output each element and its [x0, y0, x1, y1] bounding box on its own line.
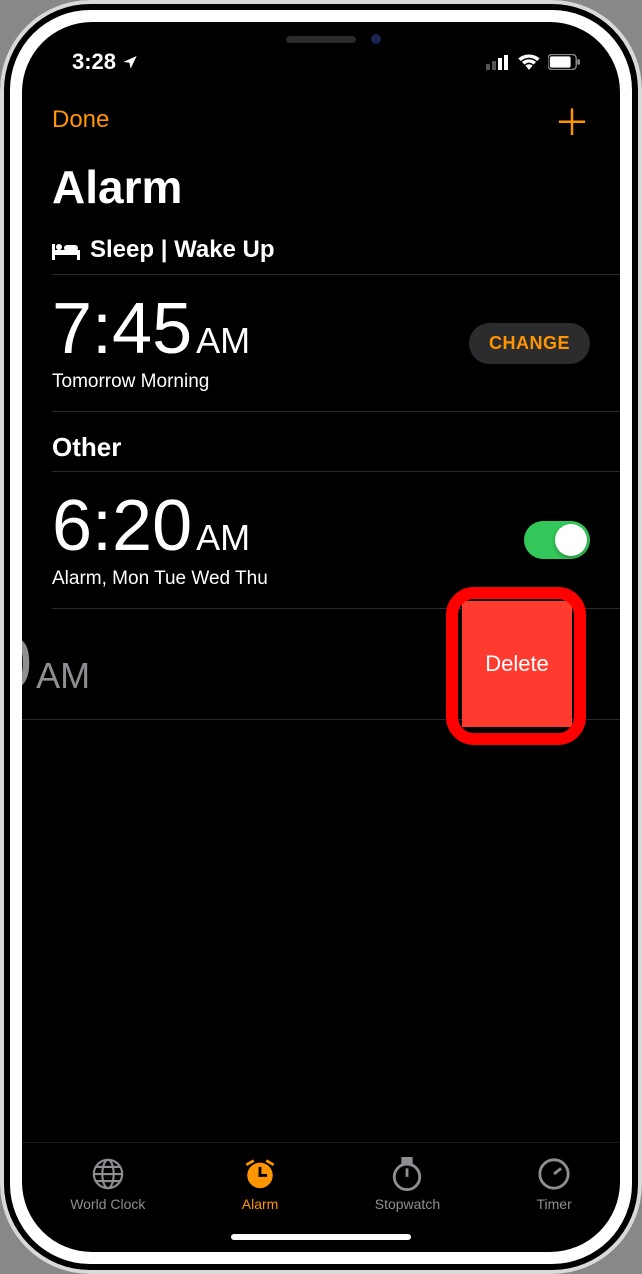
- alarm-row-1[interactable]: 6:20 AM Alarm, Mon Tue Wed Thu: [22, 472, 620, 608]
- tab-label: World Clock: [70, 1196, 145, 1212]
- alarm-clock-icon: [243, 1157, 277, 1191]
- tab-label: Stopwatch: [375, 1196, 440, 1212]
- tab-label: Timer: [537, 1196, 572, 1212]
- wifi-icon: [518, 54, 540, 70]
- delete-button[interactable]: Delete: [462, 601, 572, 727]
- alarm2-time-partial: 30: [22, 628, 32, 700]
- cellular-icon: [486, 54, 510, 70]
- sleep-time: 7:45: [52, 293, 192, 365]
- globe-icon: [91, 1157, 125, 1191]
- notch: [186, 22, 456, 60]
- tab-world-clock[interactable]: World Clock: [70, 1157, 145, 1212]
- sleep-ampm: AM: [196, 320, 250, 362]
- alarm2-ampm: AM: [36, 655, 90, 697]
- timer-icon: [537, 1157, 571, 1191]
- stopwatch-icon: [390, 1157, 424, 1191]
- alarm1-subtitle: Alarm, Mon Tue Wed Thu: [52, 568, 268, 590]
- sleep-section-header: Sleep | Wake Up: [22, 230, 620, 274]
- tab-label: Alarm: [242, 1196, 279, 1212]
- sleep-alarm-row[interactable]: 7:45 AM Tomorrow Morning CHANGE: [22, 275, 620, 411]
- alarm1-toggle[interactable]: [524, 521, 590, 559]
- done-button[interactable]: Done: [52, 106, 109, 134]
- tab-stopwatch[interactable]: Stopwatch: [375, 1157, 440, 1212]
- battery-icon: [548, 54, 580, 70]
- location-arrow-icon: [122, 54, 138, 70]
- device-frame: 3:28 Done ＋ Alarm Sleep | Wake Up 7:45: [0, 0, 642, 1274]
- page-title: Alarm: [22, 156, 620, 230]
- status-time: 3:28: [72, 49, 116, 75]
- alarm-row-2-swiped[interactable]: 30 AM Delete: [22, 609, 620, 719]
- bed-icon: [52, 240, 80, 260]
- sleep-subtitle: Tomorrow Morning: [52, 371, 250, 393]
- tab-alarm[interactable]: Alarm: [242, 1157, 279, 1212]
- change-button[interactable]: CHANGE: [469, 323, 590, 364]
- add-alarm-button[interactable]: ＋: [554, 94, 590, 146]
- tab-timer[interactable]: Timer: [537, 1157, 572, 1212]
- home-indicator[interactable]: [231, 1234, 411, 1240]
- alarm1-ampm: AM: [196, 517, 250, 559]
- other-section-header: Other: [22, 412, 620, 471]
- nav-bar: Done ＋: [22, 82, 620, 156]
- sleep-section-label: Sleep | Wake Up: [90, 236, 275, 264]
- tab-bar: World Clock Alarm Stopwatch Timer: [22, 1142, 620, 1252]
- alarm1-time: 6:20: [52, 490, 192, 562]
- screen: 3:28 Done ＋ Alarm Sleep | Wake Up 7:45: [22, 22, 620, 1252]
